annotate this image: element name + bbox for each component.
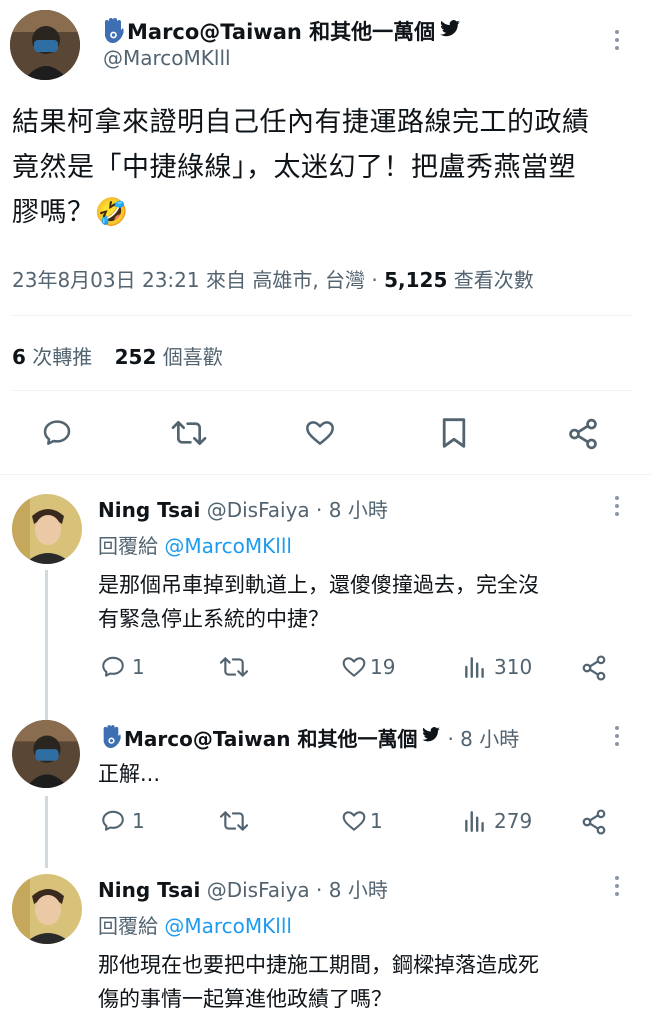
display-name-row[interactable]: Marco@Taiwan 和其他一萬個 (101, 16, 461, 46)
reply-text-line: 那他現在也要把中捷施工期間，鋼樑掉落造成死 (98, 953, 539, 977)
share-button[interactable] (580, 654, 608, 682)
display-name[interactable]: Marco@Taiwan 和其他一萬個 (124, 723, 417, 752)
retweet-icon (219, 811, 249, 831)
likes-label: 個喜歡 (162, 345, 223, 369)
display-name[interactable]: Ning Tsai (98, 498, 200, 522)
like-button[interactable]: 19 (340, 654, 395, 680)
reply-button[interactable] (40, 417, 74, 449)
tweet-text-line: 竟然是「中捷綠線」，太迷幻了！把盧秀燕當塑 (12, 152, 576, 183)
share-icon (582, 809, 606, 835)
reply-prefix: 回覆給 (98, 914, 158, 938)
retweet-icon (219, 657, 249, 677)
replying-to: 回覆給 @MarcoMKlll (98, 530, 292, 559)
views-label: 查看次數 (453, 268, 534, 292)
reply-prefix: 回覆給 (98, 534, 158, 558)
retweets-stat[interactable]: 6 次轉推 (12, 345, 99, 369)
reply-text: 是那個吊車掉到軌道上，還傻傻撞過去，完全沒 有緊急停止系統的中捷？ (98, 568, 539, 636)
avatar[interactable] (12, 720, 80, 788)
views-button[interactable]: 279 (462, 808, 532, 834)
avatar[interactable] (10, 10, 80, 80)
display-name[interactable]: Ning Tsai (98, 878, 200, 902)
view-count: 310 (494, 655, 533, 679)
tweet-meta: 23年8月03日 23:21 來自 高雄市, 台灣 · 5,125 查看次數 (12, 264, 534, 293)
thread-line (45, 570, 48, 720)
reply-header: Marco@Taiwan 和其他一萬個 · 8 小時 (100, 722, 519, 752)
thread-line (45, 796, 48, 868)
reply-text-line: 正解... (98, 762, 161, 786)
handle[interactable]: @DisFaiya (207, 498, 310, 522)
retweets-label: 次轉推 (32, 345, 93, 369)
reply-text-line: 有緊急停止系統的中捷？ (98, 607, 329, 631)
views-button[interactable]: 310 (462, 654, 532, 680)
heart-icon (342, 811, 366, 831)
retweet-button[interactable] (218, 808, 256, 834)
reply-icon (102, 810, 124, 831)
reply-to-handle[interactable]: @MarcoMKlll (164, 914, 292, 938)
share-icon (569, 418, 597, 450)
bookmark-icon (442, 418, 466, 448)
likes-count: 252 (114, 345, 157, 369)
share-button[interactable] (580, 808, 608, 836)
like-button[interactable]: 1 (340, 808, 383, 834)
hamsa-icon (100, 725, 122, 749)
like-count: 1 (370, 809, 383, 833)
tweet-text: 結果柯拿來證明自己任內有捷運路線完工的政績 竟然是「中捷綠線」，太迷幻了！把盧秀… (12, 100, 590, 235)
timestamp[interactable]: 23年8月03日 23:21 來自 高雄市, 台灣 (12, 268, 365, 292)
reply-text: 那他現在也要把中捷施工期間，鋼樑掉落造成死 傷的事情一起算進他政績了嗎？ (98, 948, 539, 1016)
more-icon[interactable] (614, 726, 620, 750)
reply-count: 1 (132, 655, 145, 679)
bookmark-button[interactable] (440, 416, 468, 450)
twitter-bird-icon (439, 20, 461, 42)
reply-text: 正解... (98, 758, 160, 790)
share-icon (582, 655, 606, 681)
handle[interactable]: @MarcoMKlll (103, 46, 231, 70)
more-icon[interactable] (614, 30, 620, 54)
bar-chart-icon (465, 657, 484, 678)
heart-icon (342, 657, 366, 677)
divider (0, 474, 651, 475)
replying-to: 回覆給 @MarcoMKlll (98, 910, 292, 939)
twitter-bird-icon (421, 727, 441, 747)
more-icon[interactable] (614, 876, 620, 900)
reply-icon (102, 656, 124, 677)
reply-button[interactable]: 1 (100, 654, 145, 680)
timestamp[interactable]: · 8 小時 (447, 723, 519, 752)
share-button[interactable] (566, 417, 600, 451)
heart-icon (306, 421, 334, 445)
timestamp[interactable]: · 8 小時 (316, 498, 388, 522)
reply-header: Ning Tsai @DisFaiya · 8 小時 (98, 874, 388, 903)
retweet-button[interactable] (170, 417, 208, 449)
reply-to-handle[interactable]: @MarcoMKlll (164, 534, 292, 558)
handle[interactable]: @DisFaiya (207, 878, 310, 902)
divider (12, 315, 632, 316)
views-count: 5,125 (384, 268, 448, 292)
tweet-text-line: 結果柯拿來證明自己任內有捷運路線完工的政績 (12, 107, 590, 138)
hamsa-icon (101, 18, 125, 44)
meta-separator: · (371, 268, 378, 292)
display-name: Marco@Taiwan 和其他一萬個 (127, 20, 436, 44)
engagement-stats: 6 次轉推 252 個喜歡 (12, 341, 223, 370)
reply-button[interactable]: 1 (100, 808, 145, 834)
more-icon[interactable] (614, 496, 620, 520)
like-count: 19 (370, 655, 396, 679)
retweet-icon (171, 421, 207, 445)
reply-text-line: 是那個吊車掉到軌道上，還傻傻撞過去，完全沒 (98, 573, 539, 597)
avatar[interactable] (12, 874, 82, 944)
divider (12, 390, 632, 391)
retweet-button[interactable] (218, 654, 256, 680)
like-button[interactable] (303, 417, 337, 449)
reply-header: Ning Tsai @DisFaiya · 8 小時 (98, 494, 388, 523)
likes-stat[interactable]: 252 個喜歡 (115, 345, 223, 369)
timestamp[interactable]: · 8 小時 (316, 878, 388, 902)
reply-icon (43, 420, 71, 445)
tweet-text-line: 膠嗎？🤣 (12, 197, 129, 228)
reply-count: 1 (132, 809, 145, 833)
bar-chart-icon (465, 811, 484, 832)
avatar[interactable] (12, 494, 82, 564)
view-count: 279 (494, 809, 533, 833)
retweets-count: 6 (12, 345, 26, 369)
reply-text-line: 傷的事情一起算進他政績了嗎？ (98, 987, 392, 1011)
